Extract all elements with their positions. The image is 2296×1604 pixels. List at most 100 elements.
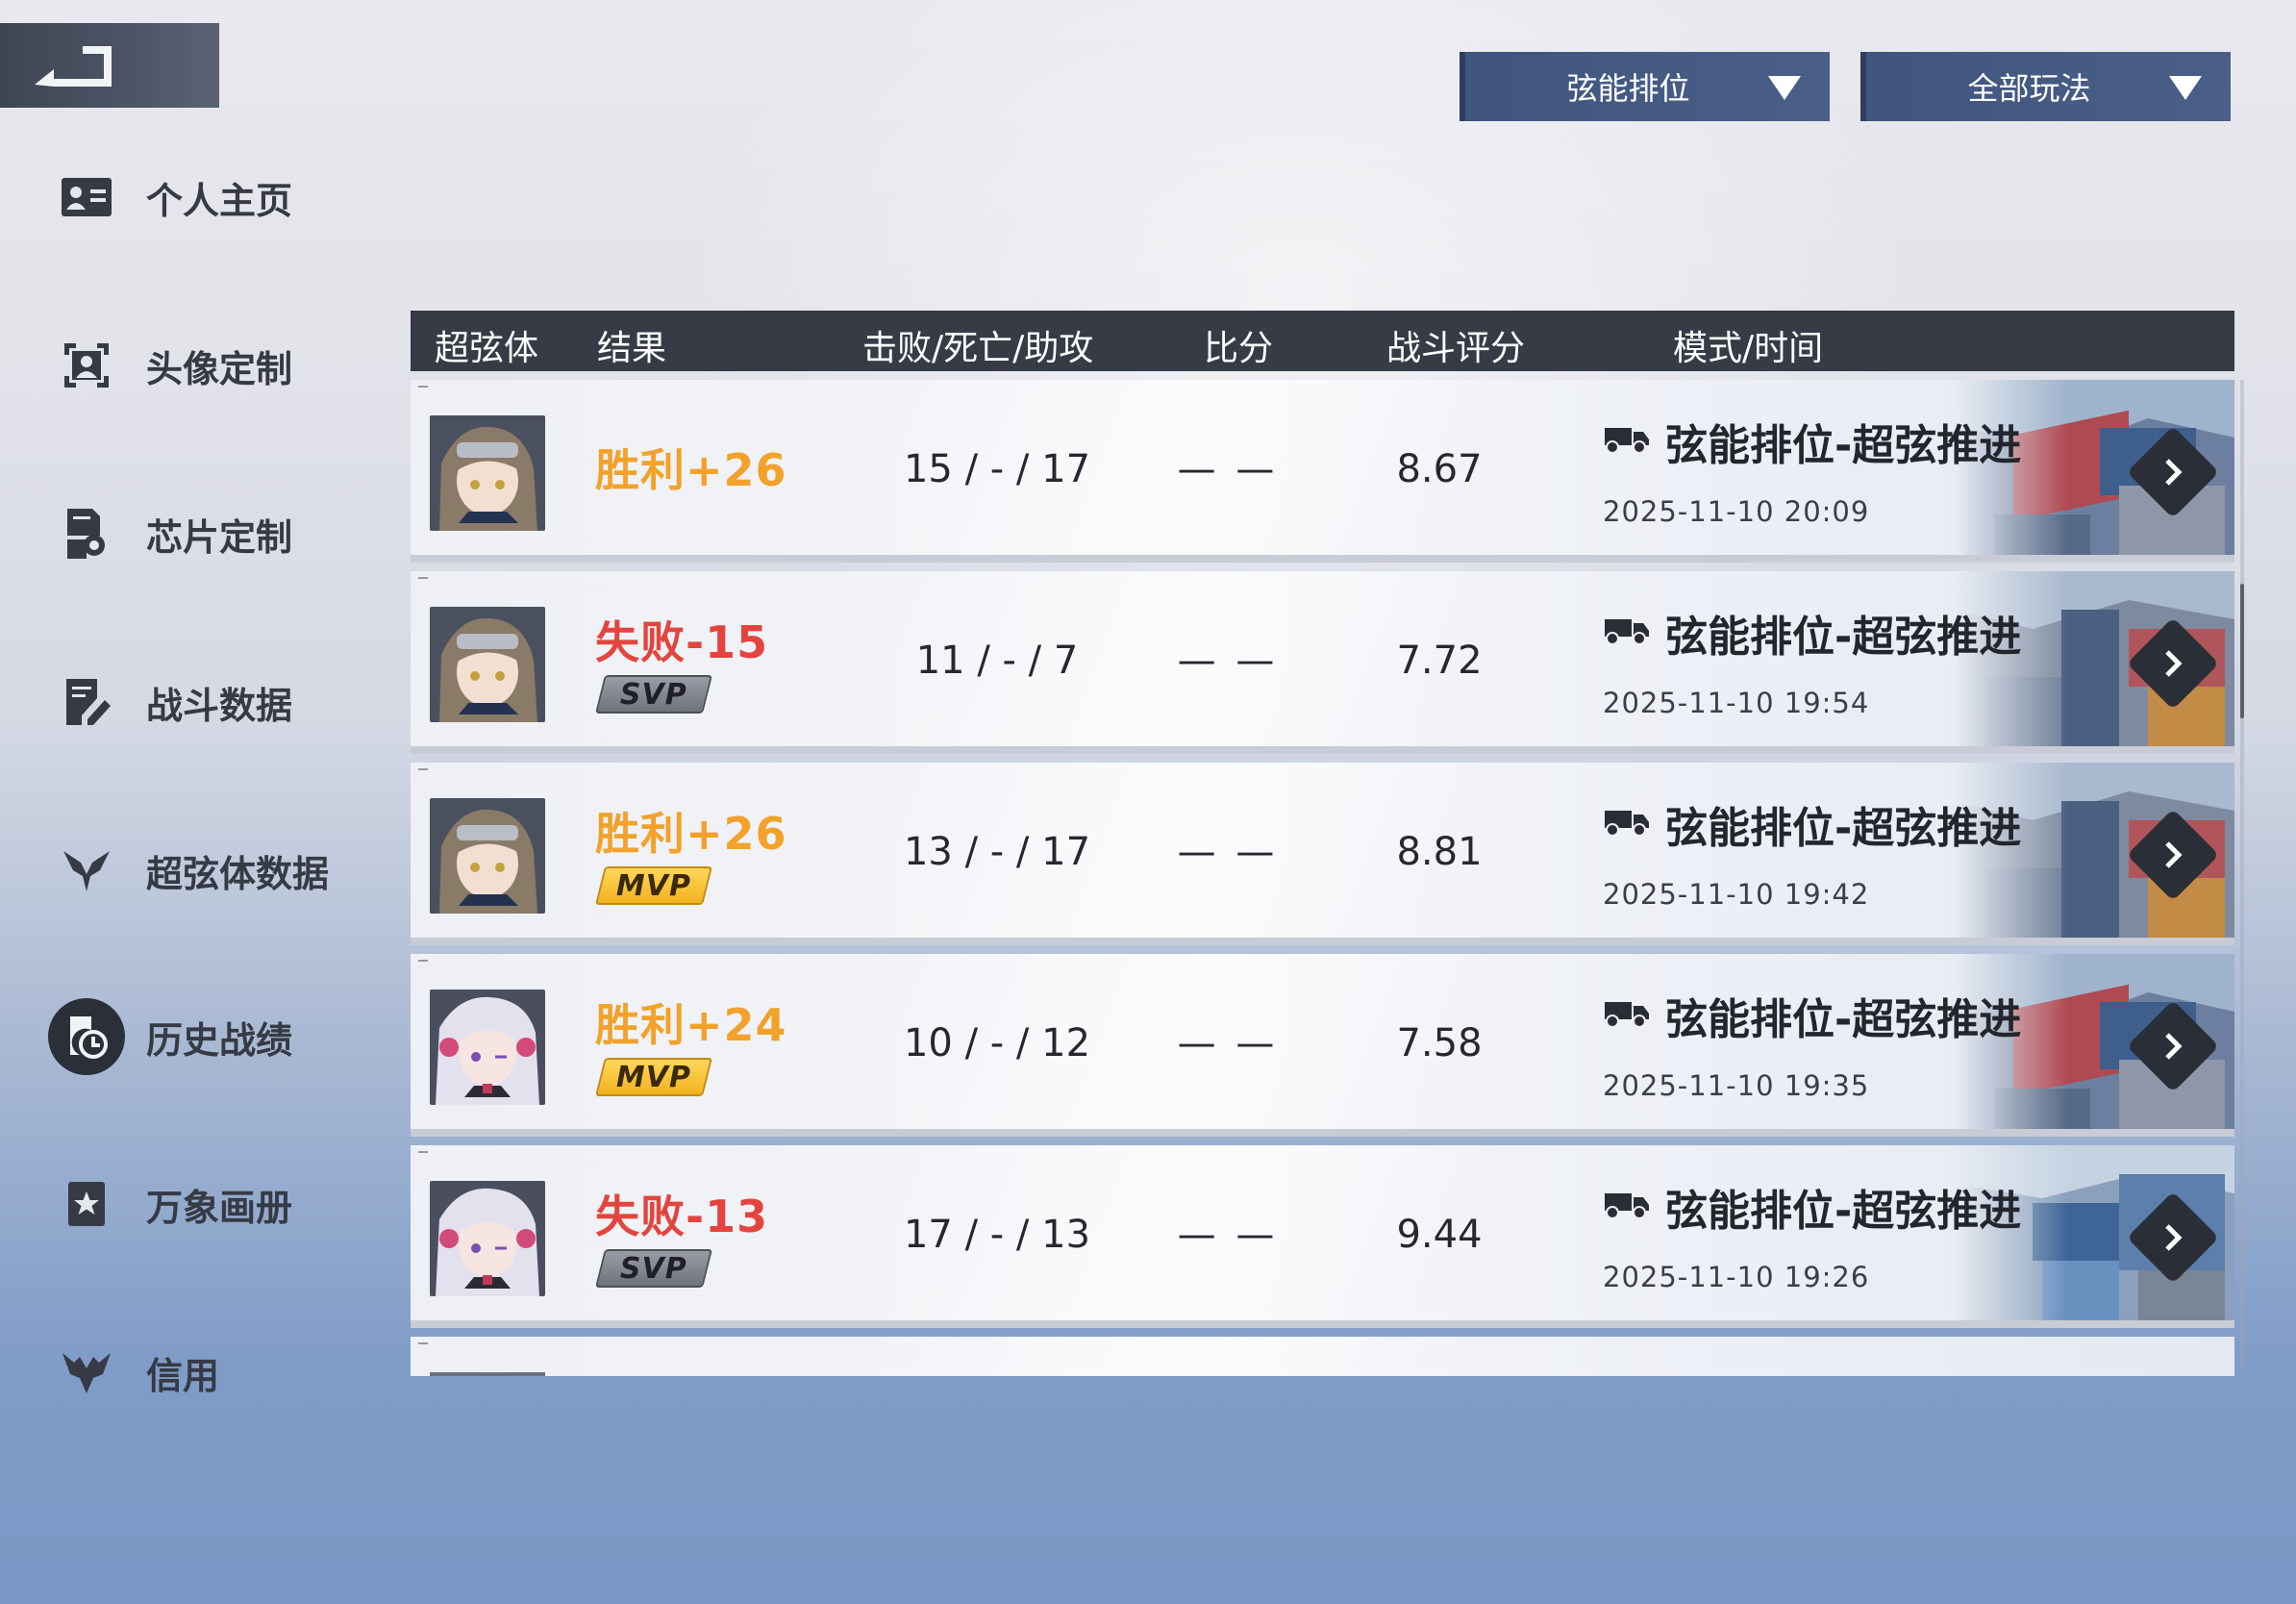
table-row[interactable]: 胜利+26 15 / - / 17 — — 8.67 弦能排位-超弦推进 202… (411, 380, 2234, 563)
match-time: 2025-11-10 19:54 (1603, 687, 1870, 719)
combat-rating: 9.44 (1396, 1213, 1483, 1257)
sidebar-item-label: 个人主页 (146, 179, 293, 222)
chevron-right-icon (2165, 650, 2183, 677)
character-avatar (430, 1372, 545, 1376)
character-avatar (430, 798, 545, 914)
header-character: 超弦体 (435, 329, 539, 368)
table-header: 超弦体 结果 击败/死亡/助攻 比分 战斗评分 模式/时间 (411, 311, 2234, 371)
badge-label: MVP (615, 868, 692, 903)
header-kda: 击败/死亡/助攻 (862, 329, 1094, 368)
chevron-right-icon (2165, 841, 2183, 868)
wing-emblem-icon (48, 832, 125, 909)
header-score: 比分 (1204, 329, 1274, 368)
mode-vehicle-icon (1603, 420, 1651, 459)
match-result: 胜利+26 (595, 444, 787, 496)
mode-filter-dropdown[interactable]: 弦能排位 (1460, 52, 1830, 121)
table-row[interactable]: 失败-15 SVP 11 / - / 7 — — 7.72 弦能排位-超弦推进 … (411, 571, 2234, 754)
score-value: — — (1177, 1021, 1279, 1065)
kda-value: 11 / - / 7 (915, 639, 1079, 683)
match-result: 失败-15 (595, 616, 769, 668)
character-avatar (430, 990, 545, 1105)
score-value: — — (1177, 830, 1279, 874)
sidebar-item-label: 芯片定制 (146, 515, 293, 559)
chip-gear-icon (48, 495, 125, 572)
badge-label: SVP (620, 677, 687, 712)
row-tick (418, 768, 428, 770)
sidebar-item-label: 信用 (146, 1354, 220, 1397)
row-tick (418, 1151, 428, 1153)
score-value: — — (1177, 1213, 1279, 1257)
kda-value: 17 / - / 13 (903, 1213, 1091, 1257)
combat-rating: 8.81 (1396, 830, 1483, 874)
table-row[interactable]: 胜利+26 MVP 13 / - / 17 — — 8.81 弦能排位-超弦推进… (411, 763, 2234, 945)
kda-value: 15 / - / 17 (903, 447, 1091, 491)
chevron-right-icon (2165, 1033, 2183, 1060)
row-tick (418, 577, 428, 579)
sidebar-item-label: 万象画册 (146, 1186, 293, 1229)
history-clock-icon (48, 998, 125, 1075)
sidebar-item-label: 头像定制 (146, 347, 293, 390)
chevron-down-icon (1768, 76, 1801, 100)
play-filter-dropdown[interactable]: 全部玩法 (1860, 52, 2231, 121)
star-album-icon (48, 1165, 125, 1242)
game-mode: 弦能排位-超弦推进 (1665, 1187, 2022, 1236)
notepad-pen-icon (48, 664, 125, 740)
game-mode: 弦能排位-超弦推进 (1665, 421, 2022, 470)
score-value: — — (1177, 639, 1279, 683)
sidebar-item-history[interactable]: 历史战绩 (48, 998, 292, 1075)
table-row[interactable]: 胜利+24 MVP 10 / - / 12 — — 7.58 弦能排位-超弦推进… (411, 954, 2234, 1137)
match-result: 失败-13 (595, 1190, 769, 1242)
table-row[interactable]: 失败-13 SVP 17 / - / 13 — — 9.44 弦能排位-超弦推进… (411, 1145, 2234, 1328)
mode-vehicle-icon (1603, 1186, 1651, 1224)
sidebar-item-battle-data[interactable]: 战斗数据 (48, 664, 292, 740)
row-tick (418, 960, 428, 962)
mvp-badge: MVP (595, 1058, 712, 1096)
sidebar-item-credit[interactable]: 信用 (48, 1334, 219, 1411)
sidebar-item-label: 历史战绩 (146, 1018, 293, 1062)
match-result: 胜利+26 (595, 808, 787, 860)
svp-badge: SVP (595, 1249, 712, 1288)
match-result: 胜利+24 (595, 999, 787, 1051)
scrollbar-thumb[interactable] (2240, 584, 2244, 718)
mode-vehicle-icon (1603, 994, 1651, 1033)
sidebar-item-chip-custom[interactable]: 芯片定制 (48, 495, 292, 572)
match-time: 2025-11-10 19:42 (1603, 878, 1870, 911)
badge-label: SVP (620, 1251, 687, 1286)
row-tick (418, 386, 428, 388)
game-mode: 弦能排位-超弦推进 (1665, 804, 2022, 853)
combat-rating: 8.67 (1396, 447, 1483, 491)
sidebar-item-label: 战斗数据 (146, 684, 293, 727)
table-row-partial[interactable] (411, 1337, 2234, 1376)
profile-card-icon (48, 159, 125, 236)
mode-vehicle-icon (1603, 803, 1651, 841)
wings-badge-icon (48, 1334, 125, 1411)
character-avatar (430, 1181, 545, 1296)
row-tick (418, 1342, 428, 1344)
character-avatar (430, 415, 545, 531)
sidebar-item-character-data[interactable]: 超弦体数据 (48, 832, 329, 909)
svp-badge: SVP (595, 675, 712, 714)
chevron-down-icon (2169, 76, 2202, 100)
scrollbar[interactable] (2240, 380, 2244, 1370)
chevron-right-icon (2165, 459, 2183, 486)
kda-value: 10 / - / 12 (903, 1021, 1091, 1065)
back-arrow-icon (35, 46, 112, 87)
match-time: 2025-11-10 19:35 (1603, 1069, 1870, 1102)
match-history-table: 超弦体 结果 击败/死亡/助攻 比分 战斗评分 模式/时间 胜利+26 15 /… (411, 311, 2234, 1376)
kda-value: 13 / - / 17 (903, 830, 1091, 874)
score-value: — — (1177, 447, 1279, 491)
sidebar-item-album[interactable]: 万象画册 (48, 1165, 292, 1242)
combat-rating: 7.58 (1396, 1021, 1483, 1065)
sidebar-item-avatar-custom[interactable]: 头像定制 (48, 327, 292, 404)
header-rating: 战斗评分 (1386, 329, 1526, 368)
back-button[interactable] (0, 23, 219, 108)
game-mode: 弦能排位-超弦推进 (1665, 613, 2022, 662)
chevron-right-icon (2165, 1224, 2183, 1251)
sidebar-item-profile[interactable]: 个人主页 (48, 159, 292, 236)
mvp-badge: MVP (595, 866, 712, 905)
combat-rating: 7.72 (1396, 639, 1483, 683)
match-time: 2025-11-10 20:09 (1603, 495, 1870, 528)
badge-label: MVP (615, 1060, 692, 1094)
game-mode: 弦能排位-超弦推进 (1665, 995, 2022, 1044)
character-avatar (430, 607, 545, 722)
